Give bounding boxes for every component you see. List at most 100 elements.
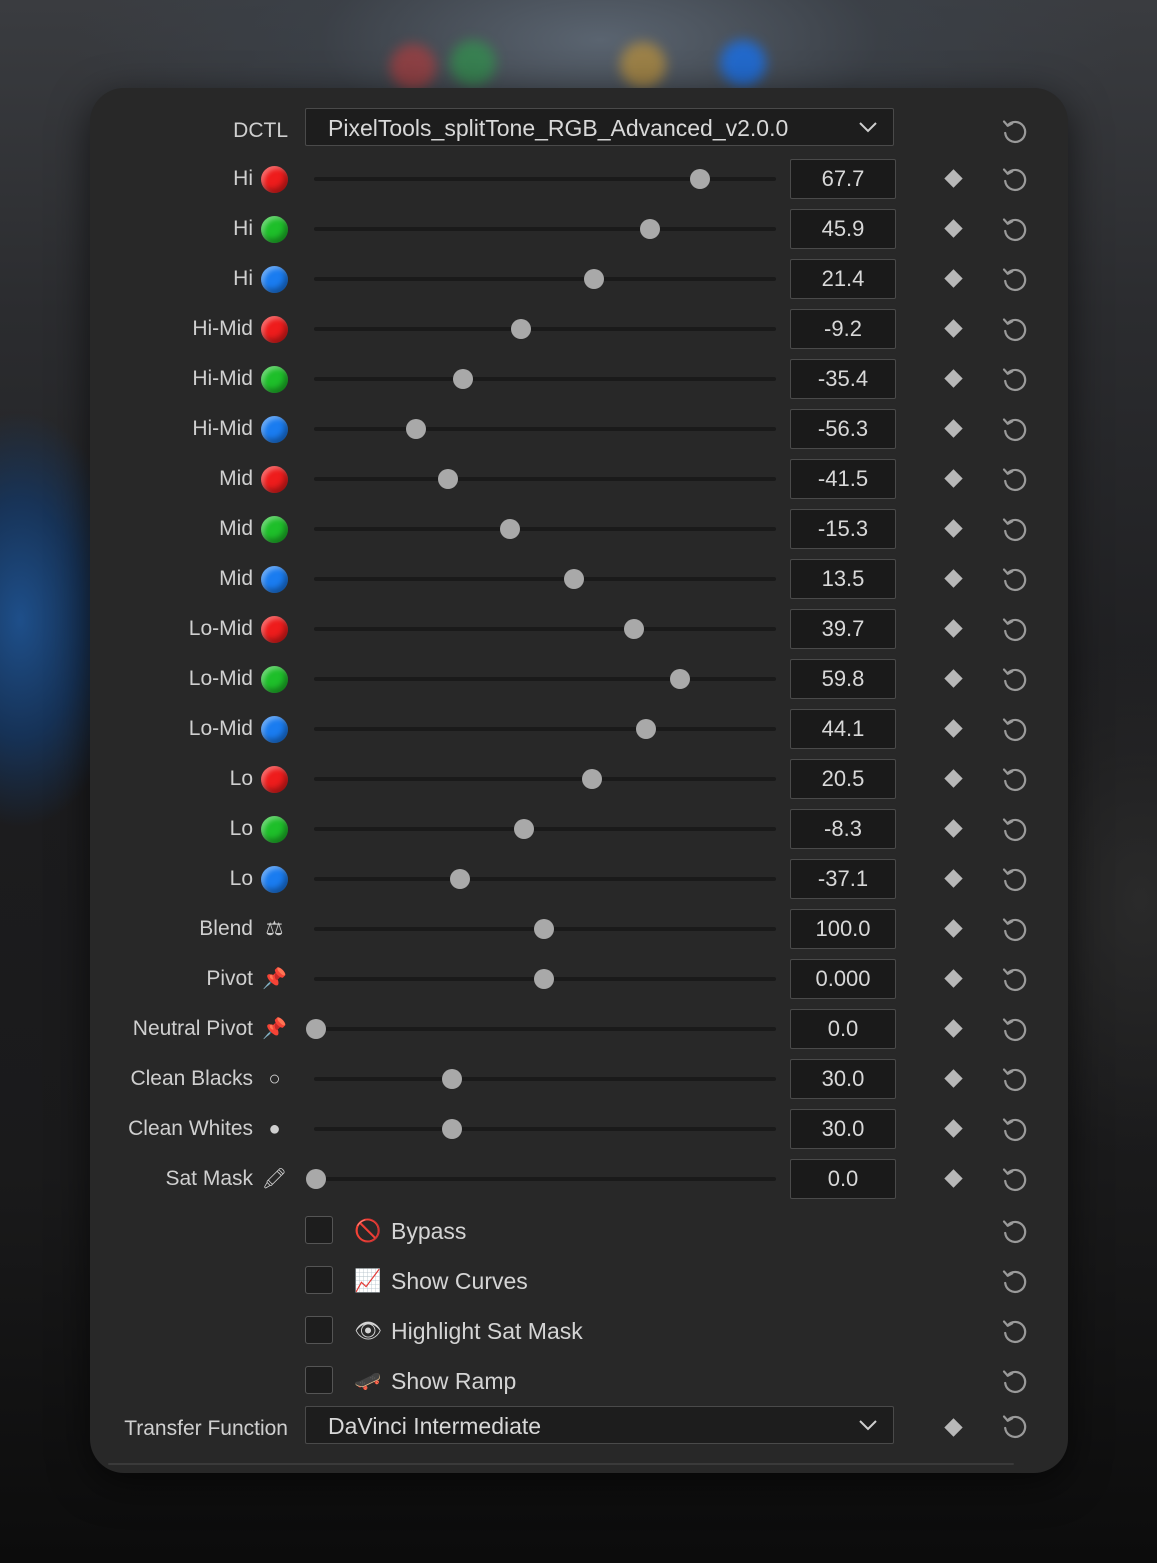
- slider-knob[interactable]: [442, 1069, 463, 1089]
- slider-value-field[interactable]: 20.5: [790, 759, 896, 799]
- slider-knob[interactable]: [564, 569, 585, 589]
- reset-icon[interactable]: [999, 1315, 1031, 1347]
- reset-icon[interactable]: [999, 763, 1031, 795]
- slider-value-field[interactable]: -9.2: [790, 309, 896, 349]
- slider-value-field[interactable]: -41.5: [790, 459, 896, 499]
- reset-icon[interactable]: [999, 613, 1031, 645]
- keyframe-diamond-icon[interactable]: [944, 619, 963, 638]
- slider-track[interactable]: [314, 727, 776, 731]
- slider-knob[interactable]: [583, 269, 604, 289]
- checkbox[interactable]: [305, 1366, 333, 1394]
- slider-knob[interactable]: [689, 169, 710, 189]
- reset-icon[interactable]: [999, 413, 1031, 445]
- reset-icon[interactable]: [999, 463, 1031, 495]
- slider-value-field[interactable]: 0.0: [790, 1009, 896, 1049]
- slider-value-field[interactable]: 13.5: [790, 559, 896, 599]
- slider-value-field[interactable]: 59.8: [790, 659, 896, 699]
- keyframe-diamond-icon[interactable]: [944, 869, 963, 888]
- slider-value-field[interactable]: -15.3: [790, 509, 896, 549]
- slider-track[interactable]: [314, 827, 776, 831]
- reset-icon[interactable]: [999, 1215, 1031, 1247]
- slider-track[interactable]: [314, 477, 776, 481]
- slider-track[interactable]: [314, 1077, 776, 1081]
- reset-icon[interactable]: [999, 563, 1031, 595]
- slider-track[interactable]: [314, 1027, 776, 1031]
- slider-value-field[interactable]: 0.000: [790, 959, 896, 999]
- dctl-dropdown[interactable]: PixelTools_splitTone_RGB_Advanced_v2.0.0: [305, 108, 894, 146]
- slider-knob[interactable]: [499, 519, 520, 539]
- checkbox-label[interactable]: 👁 Highlight Sat Mask: [353, 1308, 583, 1354]
- slider-value-field[interactable]: 30.0: [790, 1109, 896, 1149]
- slider-knob[interactable]: [305, 1019, 326, 1039]
- keyframe-diamond-icon[interactable]: [944, 919, 963, 938]
- slider-track[interactable]: [314, 677, 776, 681]
- checkbox-label[interactable]: 🛹 Show Ramp: [353, 1358, 516, 1404]
- reset-icon[interactable]: [999, 363, 1031, 395]
- slider-knob[interactable]: [442, 1119, 463, 1139]
- slider-track[interactable]: [314, 527, 776, 531]
- checkbox[interactable]: [305, 1216, 333, 1244]
- keyframe-diamond-icon[interactable]: [944, 819, 963, 838]
- reset-icon[interactable]: [999, 1013, 1031, 1045]
- slider-track[interactable]: [314, 377, 776, 381]
- reset-icon[interactable]: [999, 963, 1031, 995]
- reset-icon[interactable]: [999, 1265, 1031, 1297]
- keyframe-diamond-icon[interactable]: [944, 669, 963, 688]
- slider-value-field[interactable]: -8.3: [790, 809, 896, 849]
- slider-knob[interactable]: [582, 769, 603, 789]
- checkbox[interactable]: [305, 1316, 333, 1344]
- reset-icon[interactable]: [999, 1410, 1031, 1442]
- slider-knob[interactable]: [636, 719, 657, 739]
- slider-value-field[interactable]: 39.7: [790, 609, 896, 649]
- reset-icon[interactable]: [999, 1063, 1031, 1095]
- slider-track[interactable]: [314, 1177, 776, 1181]
- slider-value-field[interactable]: 100.0: [790, 909, 896, 949]
- keyframe-diamond-icon[interactable]: [944, 269, 963, 288]
- reset-icon[interactable]: [999, 1365, 1031, 1397]
- slider-track[interactable]: [314, 577, 776, 581]
- keyframe-diamond-icon[interactable]: [944, 419, 963, 438]
- slider-value-field[interactable]: 30.0: [790, 1059, 896, 1099]
- keyframe-diamond-icon[interactable]: [944, 1169, 963, 1188]
- slider-knob[interactable]: [449, 869, 470, 889]
- slider-value-field[interactable]: -56.3: [790, 409, 896, 449]
- reset-icon[interactable]: [999, 913, 1031, 945]
- slider-knob[interactable]: [624, 619, 645, 639]
- reset-icon[interactable]: [999, 813, 1031, 845]
- reset-icon[interactable]: [999, 313, 1031, 345]
- slider-knob[interactable]: [639, 219, 660, 239]
- reset-icon[interactable]: [999, 663, 1031, 695]
- slider-track[interactable]: [314, 277, 776, 281]
- keyframe-diamond-icon[interactable]: [944, 569, 963, 588]
- slider-value-field[interactable]: 0.0: [790, 1159, 896, 1199]
- reset-icon[interactable]: [999, 213, 1031, 245]
- checkbox-label[interactable]: 🚫 Bypass: [353, 1208, 466, 1254]
- keyframe-diamond-icon[interactable]: [944, 719, 963, 738]
- keyframe-diamond-icon[interactable]: [944, 1069, 963, 1088]
- reset-icon[interactable]: [999, 863, 1031, 895]
- slider-knob[interactable]: [305, 1169, 326, 1189]
- keyframe-diamond-icon[interactable]: [944, 319, 963, 338]
- reset-icon[interactable]: [999, 163, 1031, 195]
- reset-icon[interactable]: [999, 1113, 1031, 1145]
- slider-track[interactable]: [314, 1127, 776, 1131]
- reset-icon[interactable]: [999, 713, 1031, 745]
- keyframe-diamond-icon[interactable]: [944, 1119, 963, 1138]
- slider-track[interactable]: [314, 427, 776, 431]
- slider-value-field[interactable]: -37.1: [790, 859, 896, 899]
- slider-knob[interactable]: [514, 819, 535, 839]
- reset-icon[interactable]: [999, 263, 1031, 295]
- slider-value-field[interactable]: 67.7: [790, 159, 896, 199]
- checkbox-label[interactable]: 📈 Show Curves: [353, 1258, 527, 1304]
- reset-icon[interactable]: [999, 1163, 1031, 1195]
- slider-track[interactable]: [314, 877, 776, 881]
- slider-knob[interactable]: [534, 919, 555, 939]
- slider-value-field[interactable]: 45.9: [790, 209, 896, 249]
- keyframe-diamond-icon[interactable]: [944, 969, 963, 988]
- reset-icon[interactable]: [999, 513, 1031, 545]
- keyframe-diamond-icon[interactable]: [944, 1019, 963, 1038]
- slider-knob[interactable]: [534, 969, 555, 989]
- slider-track[interactable]: [314, 627, 776, 631]
- keyframe-diamond-icon[interactable]: [944, 369, 963, 388]
- slider-knob[interactable]: [453, 369, 474, 389]
